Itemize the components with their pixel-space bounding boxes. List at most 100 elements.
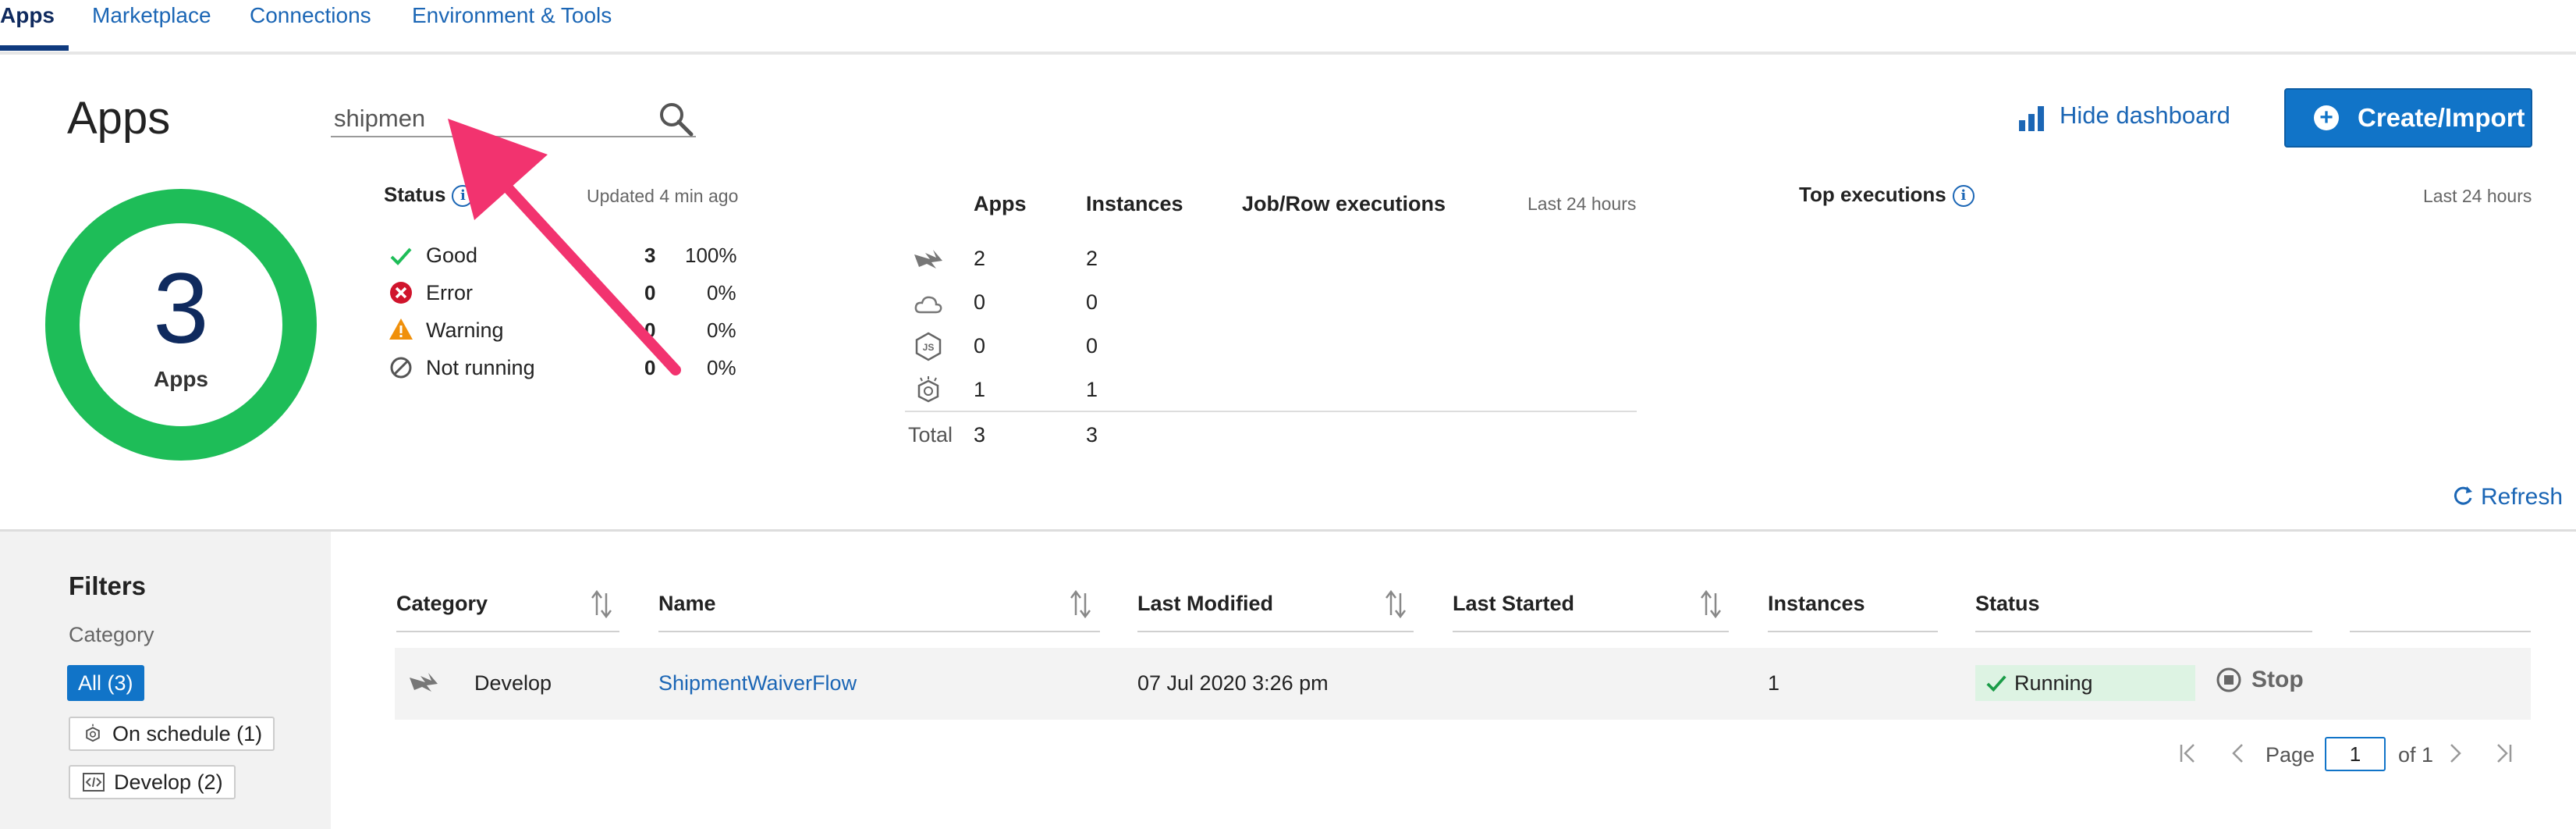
tab-connections[interactable]: Connections [250,3,371,28]
nodejs-icon: JS [915,332,942,361]
counts-period: Last 24 hours [1528,194,1637,214]
page-of-label: of 1 [2398,743,2434,767]
apps-count-label: Apps [154,367,208,391]
tab-marketplace[interactable]: Marketplace [92,3,211,28]
sort-icon[interactable] [1384,589,1407,620]
col-header-category[interactable]: Category [396,592,488,616]
filter-chip-label: On schedule (1) [112,721,263,745]
page-number-input[interactable] [2325,737,2386,771]
col-underline [2350,631,2531,632]
first-page-icon[interactable] [2177,742,2198,765]
page-label: Page [2266,743,2315,767]
stop-button[interactable]: Stop [2216,667,2304,693]
sort-icon[interactable] [590,589,613,620]
status-updated: Updated 4 min ago [587,186,739,206]
refresh-icon [2454,486,2472,505]
status-badge: Running [1975,665,2195,701]
flogo-icon [914,250,942,269]
counts-col-apps: Apps [974,192,1027,215]
col-header-instances: Instances [1768,592,1865,615]
tab-environment-tools[interactable]: Environment & Tools [412,3,612,28]
status-title: Status [384,183,446,206]
col-underline [658,631,1100,632]
plus-icon: + [2314,105,2339,130]
row-last-modified: 07 Jul 2020 3:26 pm [1137,671,1329,695]
scheduled-icon [917,376,939,403]
svg-text:JS: JS [923,342,935,353]
col-underline [1975,631,2312,632]
col-header-last-modified[interactable]: Last Modified [1137,592,1273,616]
warning-icon [389,318,413,340]
refresh-label: Refresh [2481,484,2564,510]
status-error-label: Error [426,281,473,304]
create-import-button[interactable]: + Create/Import [2284,88,2532,148]
col-header-name[interactable]: Name [658,592,716,616]
search-input[interactable]: shipmen [334,105,425,133]
row-instances: 1 [1768,671,1780,695]
refresh-button[interactable]: Refresh [2451,484,2563,511]
status-not-running-pct: 0% [707,356,736,379]
status-heading: Status i [384,183,474,208]
counts-instances-flogo: 2 [1086,247,1098,270]
status-good-count: 3 [644,244,656,267]
status-warning-pct: 0% [707,318,736,342]
create-import-label: Create/Import [2358,103,2525,132]
total-divider [905,411,1637,412]
category-label: Category [69,623,154,646]
counts-instances-nodejs: 0 [1086,334,1098,358]
counts-instances-cloud: 0 [1086,290,1098,314]
check-icon [1986,675,2007,692]
top-executions-title: Top executions [1799,183,1946,206]
code-icon [83,773,105,792]
error-icon [390,282,412,304]
cloud-icon [914,296,942,314]
prev-page-icon[interactable] [2228,742,2247,765]
col-underline [1137,631,1414,632]
info-icon[interactable]: i [452,185,474,208]
filter-chip-develop[interactable]: Develop (2) [69,765,236,799]
counts-col-executions: Job/Row executions [1242,192,1446,215]
counts-total-apps: 3 [974,423,986,447]
counts-total-label: Total [908,423,953,447]
section-divider [0,529,2576,532]
status-badge-label: Running [2014,671,2093,695]
sort-icon[interactable] [1699,589,1723,620]
sort-icon[interactable] [1069,589,1092,620]
counts-apps-cloud: 0 [974,290,986,314]
col-header-status: Status [1975,592,2040,615]
hide-dashboard-link[interactable]: Hide dashboard [2060,101,2230,130]
stop-icon [2216,667,2241,692]
counts-apps-scheduled: 1 [974,378,986,401]
scheduled-icon [86,724,100,742]
counts-total-instances: 3 [1086,423,1098,447]
row-app-name-link[interactable]: ShipmentWaiverFlow [658,671,857,696]
counts-instances-scheduled: 1 [1086,378,1098,401]
top-executions-period: Last 24 hours [2423,186,2532,206]
info-icon[interactable]: i [1952,185,1975,208]
status-warning-count: 0 [644,318,656,342]
active-tab-indicator [0,45,69,51]
status-not-running-count: 0 [644,356,656,379]
next-page-icon[interactable] [2446,742,2465,765]
search-icon[interactable] [657,100,694,137]
status-not-running-label: Not running [426,356,535,379]
row-category: Develop [474,671,552,695]
last-page-icon[interactable] [2493,742,2515,765]
status-good-label: Good [426,244,478,267]
check-icon [390,247,412,265]
top-nav: Apps Marketplace Connections Environment… [0,0,2576,55]
counts-apps-nodejs: 0 [974,334,986,358]
apps-count: 3 [153,253,209,365]
counts-apps-flogo: 2 [974,247,986,270]
tab-apps[interactable]: Apps [0,3,55,28]
filter-chip-on-schedule[interactable]: On schedule (1) [69,717,275,751]
status-error-count: 0 [644,281,656,304]
filters-title: Filters [69,571,147,600]
filter-chip-all[interactable]: All (3) [67,665,144,701]
counts-col-instances: Instances [1086,192,1183,215]
page-title: Apps [67,93,171,144]
col-header-last-started[interactable]: Last Started [1453,592,1574,616]
status-warning-label: Warning [426,318,504,342]
bar-chart-icon [2019,106,2044,131]
filter-chip-label: Develop (2) [114,770,223,794]
